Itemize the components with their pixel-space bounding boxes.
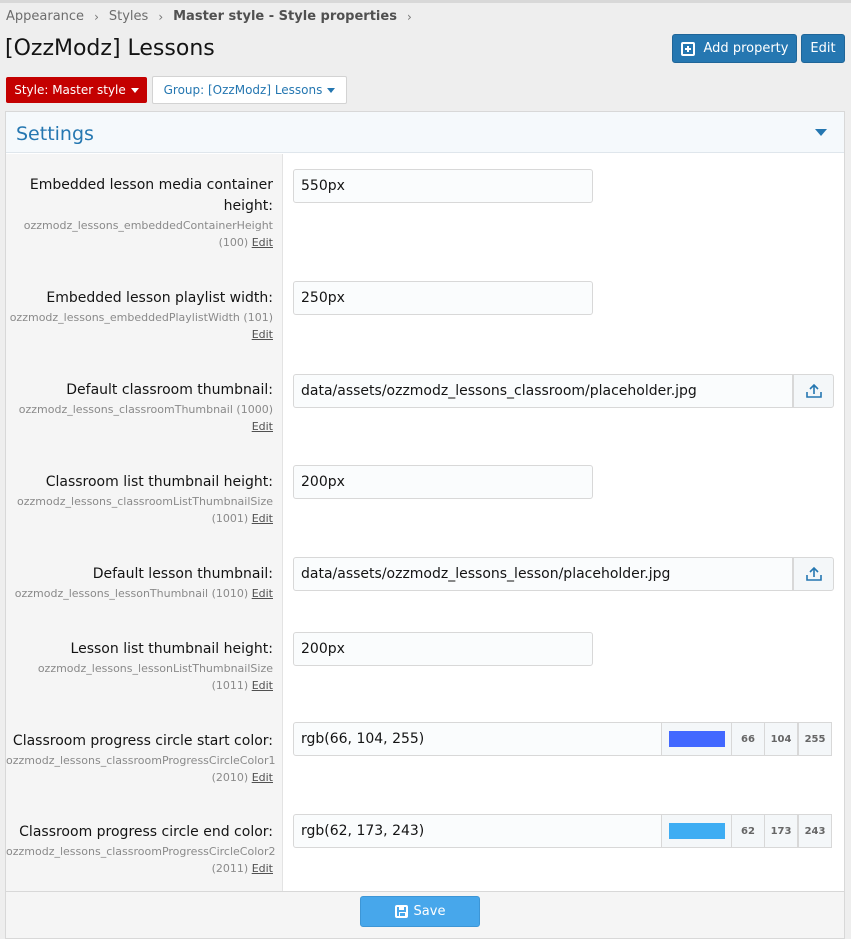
property-input[interactable]: data/assets/ozzmodz_lessons_classroom/pl… (293, 374, 793, 408)
property-label: Embedded lesson media container height: (29, 177, 273, 214)
edit-button[interactable]: Edit (801, 34, 845, 63)
property-label: Classroom list thumbnail height: (45, 474, 273, 490)
save-icon (394, 905, 408, 918)
chevron-right-icon: › (158, 9, 164, 24)
save-button[interactable]: Save (360, 896, 480, 927)
property-key: ozzmodz_lessons_lessonListThumbnailSize (37, 662, 273, 675)
color-swatch-button[interactable] (661, 722, 732, 756)
panel-title: Settings (16, 123, 94, 145)
caret-down-icon (327, 87, 336, 93)
caret-down-icon (130, 87, 139, 93)
color-swatch (668, 731, 725, 747)
property-input[interactable]: 200px (293, 632, 593, 666)
property-order: (2011) (211, 862, 249, 875)
collapse-caret-icon[interactable] (815, 129, 827, 136)
breadcrumb: Appearance › Styles › Master style - Sty… (6, 9, 422, 24)
property-order: (1001) (211, 512, 249, 525)
plus-square-icon (680, 41, 695, 56)
save-label: Save (413, 904, 446, 919)
property-order: (1000) (236, 403, 273, 416)
property-key: ozzmodz_lessons_classroomProgressCircleC… (6, 845, 276, 858)
chevron-right-icon: › (94, 9, 99, 24)
property-label: Classroom progress circle end color: (19, 824, 273, 840)
property-order: (2010) (211, 771, 249, 784)
property-order: (100) (218, 236, 249, 249)
breadcrumb-styles[interactable]: Styles (109, 9, 148, 24)
property-edit-link[interactable]: Edit (252, 587, 273, 600)
color-swatch-button[interactable] (661, 814, 732, 848)
property-edit-link[interactable]: Edit (252, 679, 273, 692)
add-property-label: Add property (703, 41, 789, 56)
property-key: ozzmodz_lessons_classroomListThumbnailSi… (17, 495, 273, 508)
settings-panel: Settings Embedded lesson media container… (5, 111, 845, 939)
breadcrumb-master-style[interactable]: Master style - Style properties (173, 9, 397, 24)
property-edit-link[interactable]: Edit (252, 771, 273, 784)
edit-label: Edit (810, 41, 836, 56)
property-edit-link[interactable]: Edit (252, 328, 273, 341)
property-key: ozzmodz_lessons_classroomProgressCircleC… (6, 754, 276, 767)
property-edit-link[interactable]: Edit (252, 512, 273, 525)
property-input[interactable]: 250px (293, 281, 593, 315)
group-filter-label: Group: [OzzModz] Lessons (163, 83, 323, 97)
property-label: Embedded lesson playlist width: (46, 290, 273, 306)
rgb-blue: 255 (798, 722, 832, 756)
color-input[interactable]: rgb(66, 104, 255) (293, 722, 662, 756)
property-edit-link[interactable]: Edit (252, 862, 273, 875)
upload-button[interactable] (793, 374, 834, 408)
rgb-red: 66 (731, 722, 765, 756)
property-input[interactable]: 200px (293, 465, 593, 499)
panel-header[interactable]: Settings (6, 112, 844, 153)
property-order: (1010) (211, 587, 249, 600)
color-swatch (668, 823, 725, 839)
property-label: Classroom progress circle start color: (12, 733, 273, 749)
add-property-button[interactable]: Add property (672, 34, 797, 63)
rgb-blue: 243 (798, 814, 832, 848)
property-order: (101) (243, 311, 273, 324)
color-input[interactable]: rgb(62, 173, 243) (293, 814, 662, 848)
upload-icon (805, 383, 822, 398)
property-key: ozzmodz_lessons_classroomThumbnail (18, 403, 233, 416)
page-title: [OzzModz] Lessons (5, 36, 215, 61)
property-key: ozzmodz_lessons_embeddedContainerHeight (23, 219, 273, 232)
rgb-red: 62 (731, 814, 765, 848)
property-label: Lesson list thumbnail height: (70, 641, 273, 657)
upload-button[interactable] (793, 557, 834, 591)
property-input[interactable]: data/assets/ozzmodz_lessons_lesson/place… (293, 557, 793, 591)
form-footer: Save (6, 891, 844, 938)
property-order: (1011) (211, 679, 249, 692)
property-label: Default classroom thumbnail: (66, 382, 273, 398)
rgb-green: 104 (764, 722, 798, 756)
chevron-right-icon: › (406, 9, 412, 24)
group-filter-button[interactable]: Group: [OzzModz] Lessons (152, 76, 347, 104)
property-key: ozzmodz_lessons_lessonThumbnail (14, 587, 209, 600)
style-filter-label: Style: Master style (14, 83, 126, 97)
property-key: ozzmodz_lessons_embeddedPlaylistWidth (9, 311, 240, 324)
property-input[interactable]: 550px (293, 169, 593, 203)
property-edit-link[interactable]: Edit (252, 236, 273, 249)
breadcrumb-appearance[interactable]: Appearance (6, 9, 84, 24)
property-edit-link[interactable]: Edit (252, 420, 273, 433)
upload-icon (805, 566, 822, 581)
style-filter-button[interactable]: Style: Master style (6, 77, 147, 103)
property-label: Default lesson thumbnail: (92, 566, 273, 582)
top-border (0, 0, 851, 3)
rgb-green: 173 (764, 814, 798, 848)
